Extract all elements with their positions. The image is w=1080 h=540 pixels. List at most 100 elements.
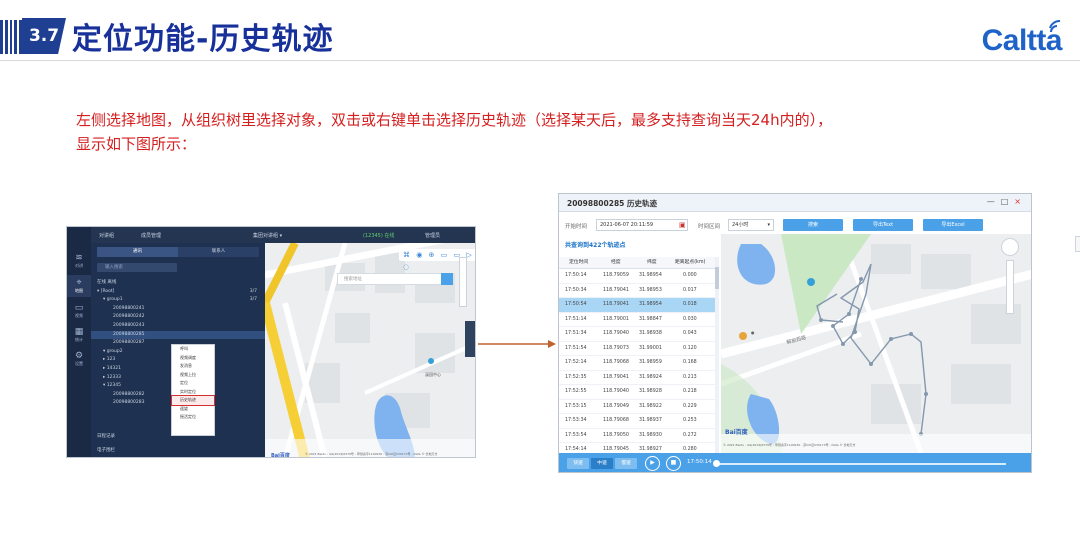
play-button[interactable]: ▶ <box>645 456 660 471</box>
table-cell-lat: 31.98922 <box>639 403 662 409</box>
table-row[interactable]: 17:52:55 118.79040 31.98928 0.218 <box>559 385 717 400</box>
context-menu-item[interactable]: 呼叫 <box>172 345 214 354</box>
left-map-zoom-control[interactable] <box>459 257 467 307</box>
table-cell-time: 17:50:54 <box>565 302 587 307</box>
track-point-count: 共查询到422个轨迹点 <box>565 242 626 249</box>
tab-contacts[interactable]: 联系人 <box>178 247 259 257</box>
speed-fast-button[interactable]: 快速 <box>567 458 589 469</box>
table-cell-lat: 31.98954 <box>639 273 662 278</box>
org-tree-row[interactable]: ▾ [Root] 3/7 <box>91 288 265 296</box>
search-button[interactable]: 搜索 <box>783 219 843 231</box>
rail-item-map[interactable]: ⌖ 地图 <box>67 275 91 297</box>
table-cell-time: 17:53:34 <box>565 418 587 423</box>
org-tree-row[interactable]: 20098800285 <box>91 330 265 339</box>
table-cell-time: 17:53:15 <box>565 403 587 409</box>
top-bar-group-select[interactable]: 集团对讲组 ▾ <box>253 232 282 239</box>
table-row[interactable]: 17:52:14 118.79068 31.98959 0.168 <box>559 356 717 371</box>
org-tree-row[interactable]: 20098800242 <box>91 313 265 321</box>
left-map-footer: © 2021 Baidu - GS(2019)6379号 - 甲测资字11009… <box>305 452 438 456</box>
column-header-latitude[interactable]: 纬度 <box>647 257 657 269</box>
right-map-zoom-control[interactable] <box>1006 260 1014 314</box>
top-bar-user[interactable]: 管理员 <box>425 232 440 239</box>
right-map-pan-control[interactable] <box>1001 238 1019 256</box>
top-bar-tab-groups[interactable]: 对讲组 <box>99 232 114 239</box>
org-tree-panel: 通讯 联系人 输入搜索 在线 离线 ▾ [Root] 3/7 ▾ group1 3/7 2… <box>91 243 265 457</box>
export-text-button[interactable]: 导出Text <box>853 219 913 231</box>
table-row[interactable]: 17:53:15 118.79049 31.98922 0.229 <box>559 400 717 414</box>
context-menu-item[interactable]: 视频调度 <box>172 354 214 363</box>
rail-item-video[interactable]: ▭ 视频 <box>67 301 91 321</box>
close-button[interactable]: × <box>1014 197 1027 206</box>
rail-item-settings[interactable]: ⚙ 设置 <box>67 349 91 369</box>
table-row[interactable]: 17:51:34 118.79040 31.98938 0.043 <box>559 327 717 342</box>
table-cell-dist: 0.218 <box>683 389 697 394</box>
context-menu-item[interactable]: 定位 <box>172 379 214 388</box>
table-row[interactable]: 17:50:34 118.79041 31.98953 0.017 <box>559 284 717 298</box>
org-tree-row-label: 20098800285 <box>113 331 145 337</box>
table-cell-dist: 0.213 <box>683 374 697 380</box>
minimize-button[interactable]: — <box>987 197 1001 206</box>
table-cell-time: 17:50:34 <box>565 287 587 293</box>
map-icon: ⌖ <box>76 278 82 288</box>
track-table-scrollbar[interactable] <box>715 257 719 453</box>
table-row[interactable]: 17:52:35 118.79041 31.98924 0.213 <box>559 371 717 385</box>
column-header-longitude[interactable]: 经度 <box>611 257 621 269</box>
export-excel-button[interactable]: 导出Excel <box>923 219 983 231</box>
play-icon: ▶ <box>650 459 655 466</box>
top-bar-tab-members[interactable]: 成员管理 <box>141 232 161 239</box>
table-cell-time: 17:53:54 <box>565 432 587 438</box>
speed-slow-button[interactable]: 慢速 <box>615 458 637 469</box>
table-cell-lng: 118.79068 <box>603 418 629 423</box>
org-tree-row-count: 3/7 <box>249 297 257 303</box>
context-menu-item[interactable]: 历史轨迹 <box>171 395 215 406</box>
rail-item-ptt[interactable]: ≋ 对讲 <box>67 251 91 271</box>
playback-time: 17:50:14 <box>687 459 712 465</box>
table-row[interactable]: 17:50:54 118.79041 31.98954 0.018 <box>559 298 717 313</box>
chevron-down-icon: ▾ <box>767 222 770 228</box>
calendar-icon[interactable]: ▣ <box>679 221 686 229</box>
org-tree-row[interactable]: ▾ group1 3/7 <box>91 296 265 304</box>
signal-arcs-icon <box>1049 20 1061 33</box>
scrollbar-thumb[interactable] <box>715 267 719 289</box>
right-map-view[interactable]: ● 解放西路 Bai百度 © 2021 Baidu - GS(2019)6379… <box>721 234 1031 453</box>
org-tree-row[interactable]: 20098800243 <box>91 322 265 330</box>
playback-bar: 快速 中速 慢速 ▶ ■ 17:50:14 <box>559 453 1031 472</box>
start-time-input[interactable]: 2021-06-07 20:11:59 <box>596 219 688 231</box>
stop-button[interactable]: ■ <box>666 456 681 471</box>
table-cell-lat: 31.98937 <box>639 418 662 423</box>
org-tree-section-fence[interactable]: 电子围栏 <box>91 447 265 455</box>
table-row[interactable]: 17:50:14 118.79059 31.98954 0.000 <box>559 269 717 284</box>
table-cell-lat: 31.98847 <box>639 316 662 322</box>
header-divider <box>0 60 1080 61</box>
time-range-select[interactable]: 24小时 ▾ <box>728 219 774 231</box>
rail-item-stats[interactable]: ▦ 统计 <box>67 325 91 345</box>
context-menu-item[interactable]: 实时定位 <box>172 388 214 397</box>
playback-progress-knob[interactable] <box>713 460 720 467</box>
org-tree-row[interactable]: 20098800241 <box>91 305 265 313</box>
column-header-time[interactable]: 定位时间 <box>569 257 588 269</box>
table-row[interactable]: 17:51:54 118.79073 31.99001 0.120 <box>559 342 717 356</box>
left-map-search-input[interactable]: 搜索地址 <box>337 273 453 285</box>
table-cell-lng: 118.79041 <box>603 302 629 307</box>
org-tree-row[interactable]: 在线 离线 <box>91 279 265 287</box>
left-map-search-button[interactable] <box>441 273 453 285</box>
context-menu-item[interactable]: 遥毙 <box>172 405 214 414</box>
context-menu-item[interactable]: 摇活定位 <box>172 413 214 422</box>
table-row[interactable]: 17:53:34 118.79068 31.98937 0.253 <box>559 414 717 429</box>
maximize-button[interactable]: □ <box>1001 197 1015 206</box>
history-track-window: 20098800285 历史轨迹 —□× 开始时间 2021-06-07 20:… <box>558 193 1032 473</box>
filter-bar: 开始时间 2021-06-07 20:11:59 ▣ 时间区间 24小时 ▾ 搜索… <box>559 218 1031 234</box>
column-header-distance[interactable]: 距离起点(km) <box>675 257 705 269</box>
tab-comms[interactable]: 通讯 <box>97 247 178 257</box>
context-menu-item[interactable]: 发消息 <box>172 362 214 371</box>
window-title: 20098800285 历史轨迹 <box>567 199 658 208</box>
table-row[interactable]: 17:51:14 118.79001 31.98847 0.030 <box>559 313 717 327</box>
left-map-side-panel-toggle[interactable] <box>465 321 475 357</box>
video-icon: ▭ <box>74 303 84 313</box>
table-row[interactable]: 17:53:54 118.79050 31.98930 0.272 <box>559 429 717 443</box>
org-tree-row-label: ▸ 123 <box>103 357 116 363</box>
playback-progress-track[interactable] <box>716 463 1006 465</box>
speed-medium-button[interactable]: 中速 <box>591 458 613 469</box>
context-menu-item[interactable]: 视频上拉 <box>172 371 214 380</box>
org-tree-search-input[interactable]: 输入搜索 <box>97 263 177 272</box>
